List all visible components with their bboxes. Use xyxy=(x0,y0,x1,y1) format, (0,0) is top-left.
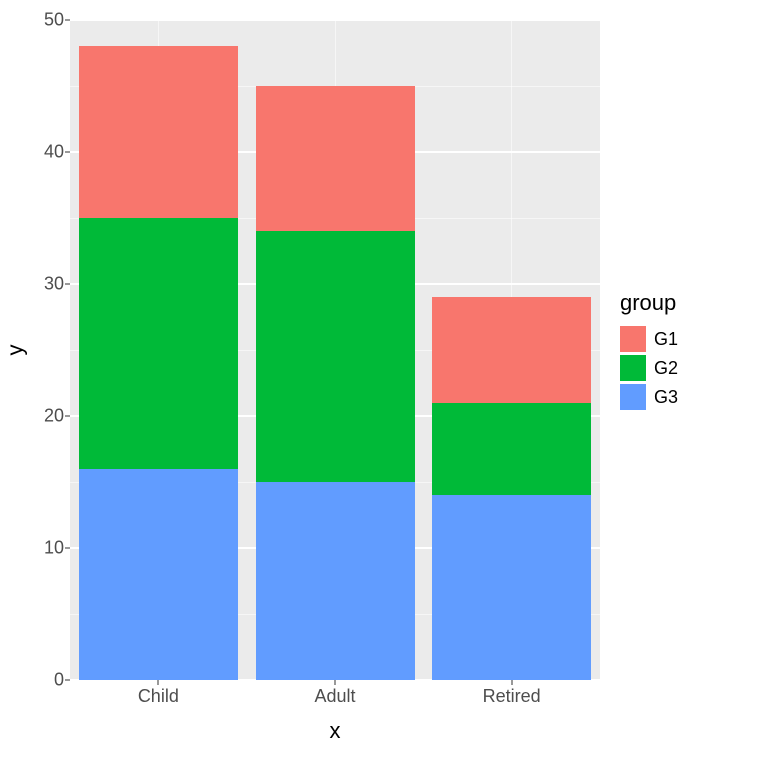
y-axis-label: y xyxy=(3,345,29,356)
y-tick-label: 10 xyxy=(4,538,64,559)
legend-label: G3 xyxy=(654,387,678,408)
y-tick-mark xyxy=(65,416,70,417)
x-tick-label: Adult xyxy=(314,686,355,707)
x-tick-mark xyxy=(335,680,336,685)
y-tick-mark xyxy=(65,284,70,285)
x-tick-mark xyxy=(158,680,159,685)
bar-segment xyxy=(432,495,591,680)
plot-panel xyxy=(70,20,600,680)
x-tick-mark xyxy=(511,680,512,685)
bar-segment xyxy=(256,86,415,231)
legend-swatch xyxy=(620,355,646,381)
y-tick-label: 0 xyxy=(4,670,64,691)
bar-column xyxy=(432,297,591,680)
y-tick-label: 40 xyxy=(4,142,64,163)
bar-segment xyxy=(432,403,591,495)
legend-swatch xyxy=(620,384,646,410)
y-tick-mark xyxy=(65,152,70,153)
bar-segment xyxy=(256,482,415,680)
bar-segment xyxy=(79,218,238,469)
y-tick-mark xyxy=(65,20,70,21)
y-tick-mark xyxy=(65,680,70,681)
legend-item: G3 xyxy=(620,384,678,410)
legend-item: G1 xyxy=(620,326,678,352)
bar-segment xyxy=(79,46,238,218)
legend: group G1 G2 G3 xyxy=(620,290,678,413)
y-tick-label: 30 xyxy=(4,274,64,295)
legend-swatch xyxy=(620,326,646,352)
legend-label: G1 xyxy=(654,329,678,350)
legend-label: G2 xyxy=(654,358,678,379)
legend-title: group xyxy=(620,290,678,316)
bar-segment xyxy=(256,231,415,482)
y-tick-label: 20 xyxy=(4,406,64,427)
chart-container: y x group G1 G2 G3 0 10 20 30 40 50 Child Adult Re… xyxy=(0,0,768,768)
y-tick-mark xyxy=(65,548,70,549)
bar-segment xyxy=(432,297,591,403)
y-tick-label: 50 xyxy=(4,10,64,31)
bar-column xyxy=(79,46,238,680)
x-tick-label: Retired xyxy=(483,686,541,707)
legend-item: G2 xyxy=(620,355,678,381)
bar-segment xyxy=(79,469,238,680)
x-tick-label: Child xyxy=(138,686,179,707)
bar-column xyxy=(256,86,415,680)
x-axis-label: x xyxy=(330,718,341,744)
